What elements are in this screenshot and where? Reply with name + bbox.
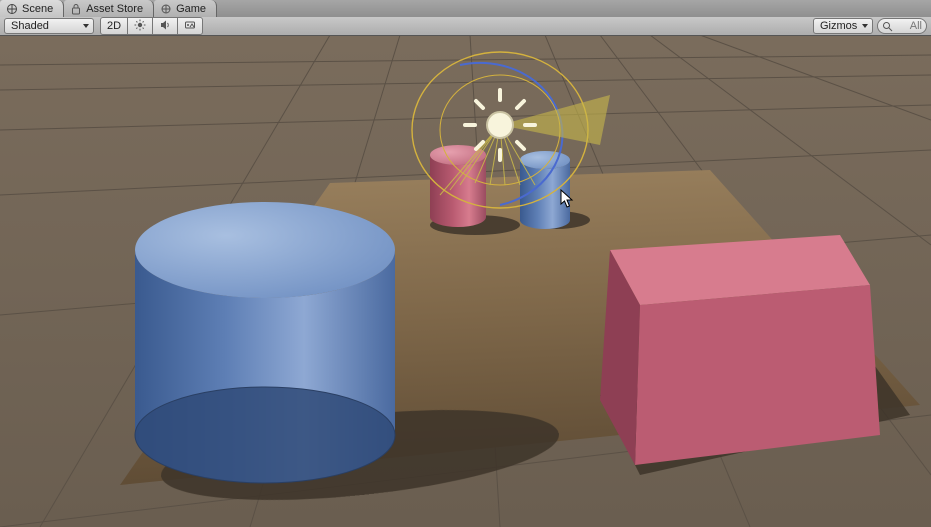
sun-icon bbox=[134, 19, 146, 34]
lock-icon bbox=[70, 3, 82, 15]
toggle-fx-button[interactable] bbox=[177, 17, 203, 35]
tab-asset-store-label: Asset Store bbox=[86, 3, 143, 15]
gizmos-dropdown[interactable]: Gizmos bbox=[813, 18, 873, 34]
tab-scene-label: Scene bbox=[22, 3, 53, 15]
search-field[interactable]: All bbox=[877, 18, 927, 34]
scene-viewport[interactable] bbox=[0, 35, 931, 527]
audio-icon bbox=[159, 19, 171, 34]
toggle-audio-button[interactable] bbox=[152, 17, 178, 35]
tab-game-label: Game bbox=[176, 3, 206, 15]
gizmos-label: Gizmos bbox=[820, 20, 857, 32]
chevron-down-icon bbox=[83, 24, 89, 28]
search-icon bbox=[882, 21, 893, 32]
tab-asset-store[interactable]: Asset Store bbox=[64, 0, 154, 17]
directional-light-icon bbox=[465, 90, 535, 160]
scene-view-tabstrip: Scene Asset Store Game bbox=[0, 0, 931, 18]
shading-mode-dropdown[interactable]: Shaded bbox=[4, 18, 94, 34]
object-cylinder-blue-large bbox=[135, 202, 395, 483]
mouse-cursor-icon bbox=[560, 189, 574, 209]
view-options-group: 2D bbox=[100, 17, 203, 35]
toggle-2d-button[interactable]: 2D bbox=[100, 17, 128, 35]
shading-mode-value: Shaded bbox=[11, 20, 49, 32]
object-cube-pink bbox=[600, 235, 880, 465]
scene-view-toolbar: Shaded 2D Gizmos Al bbox=[0, 17, 931, 36]
tab-scene[interactable]: Scene bbox=[0, 0, 64, 17]
toggle-2d-label: 2D bbox=[107, 20, 121, 32]
viewport-canvas bbox=[0, 35, 931, 527]
effects-icon bbox=[184, 19, 196, 34]
game-icon bbox=[160, 3, 172, 15]
scene-icon bbox=[6, 3, 18, 15]
tab-game[interactable]: Game bbox=[154, 0, 217, 17]
search-placeholder: All bbox=[910, 20, 922, 32]
toggle-lighting-button[interactable] bbox=[127, 17, 153, 35]
chevron-down-icon bbox=[862, 24, 868, 28]
